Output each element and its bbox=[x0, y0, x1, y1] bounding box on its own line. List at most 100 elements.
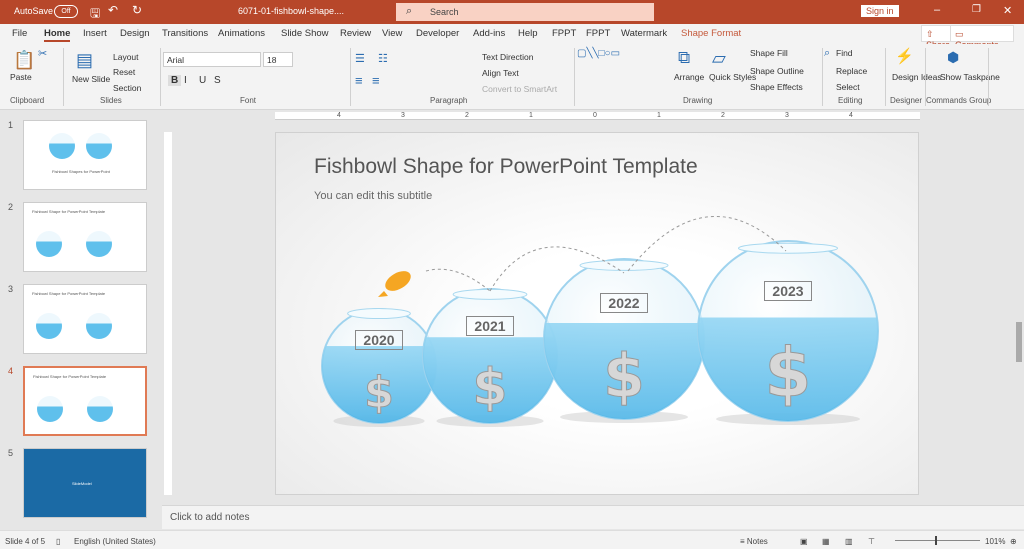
bullets-icon[interactable]: ☰ bbox=[355, 52, 365, 65]
tab-watermark[interactable]: Watermark bbox=[621, 28, 667, 39]
tab-shape-format[interactable]: Shape Format bbox=[681, 28, 741, 39]
strike-button[interactable]: S bbox=[214, 75, 221, 86]
reset-button[interactable]: Reset bbox=[113, 67, 135, 77]
convert-smartart-button[interactable]: Convert to SmartArt bbox=[482, 84, 557, 94]
tab-animations[interactable]: Animations bbox=[218, 28, 265, 39]
group-divider bbox=[350, 48, 351, 106]
normal-view-icon[interactable]: ▣ bbox=[800, 537, 808, 546]
group-divider bbox=[988, 48, 989, 106]
language[interactable]: English (United States) bbox=[74, 537, 156, 546]
slideshow-icon[interactable]: ⊤ bbox=[868, 537, 875, 546]
group-label: Drawing bbox=[683, 96, 713, 105]
tab-insert[interactable]: Insert bbox=[83, 28, 107, 39]
autosave-toggle[interactable]: Off bbox=[54, 5, 78, 18]
notes-placeholder: Click to add notes bbox=[170, 512, 250, 523]
slide-thumbnail[interactable]: Fishbowl Shape for PowerPoint Template bbox=[23, 202, 147, 272]
zoom-slider[interactable] bbox=[895, 536, 980, 545]
italic-button[interactable]: I bbox=[184, 75, 187, 86]
quick-styles-icon[interactable]: ▱ bbox=[712, 48, 726, 69]
close-button[interactable]: ✕ bbox=[1003, 4, 1012, 17]
center-icon[interactable]: ≡ bbox=[372, 73, 380, 88]
thumbnail-number: 2 bbox=[8, 202, 14, 212]
tab-fppt[interactable]: FPPT bbox=[586, 28, 610, 39]
tab-review[interactable]: Review bbox=[340, 28, 371, 39]
year-label[interactable]: 2021 bbox=[466, 315, 514, 336]
group-label: Paragraph bbox=[430, 96, 468, 105]
section-button[interactable]: Section bbox=[113, 83, 141, 93]
ruler-tick: 0 bbox=[593, 112, 597, 119]
shapes-gallery-icon[interactable]: ▢╲╲□○▭ bbox=[577, 48, 620, 59]
notes-button[interactable]: ≡ Notes bbox=[740, 537, 768, 546]
tab-file[interactable]: File bbox=[12, 28, 27, 39]
shape-outline-button[interactable]: Shape Outline bbox=[750, 66, 804, 76]
arrange-icon[interactable]: ⧉ bbox=[678, 48, 690, 68]
restore-button[interactable]: ❐ bbox=[972, 4, 981, 15]
numbering-icon[interactable]: ☷ bbox=[378, 52, 388, 65]
shape-fill-button[interactable]: Shape Fill bbox=[750, 48, 788, 58]
slide-thumbnail[interactable]: Fishbowl Shapes for PowerPoint bbox=[23, 120, 147, 190]
group-divider bbox=[160, 48, 161, 106]
select-button[interactable]: Select bbox=[836, 82, 860, 92]
redo-icon[interactable]: ↻ bbox=[132, 3, 142, 17]
group-divider bbox=[925, 48, 926, 106]
design-ideas-button[interactable]: Design Ideas bbox=[892, 72, 942, 82]
tab-help[interactable]: Help bbox=[518, 28, 538, 39]
tab-add-ins[interactable]: Add-ins bbox=[473, 28, 505, 39]
font-size-select[interactable]: 18 bbox=[263, 52, 293, 67]
year-label[interactable]: 2020 bbox=[355, 330, 403, 351]
ruler-tick: 3 bbox=[785, 112, 789, 119]
group-label: Editing bbox=[838, 96, 863, 105]
undo-icon[interactable]: ↶ bbox=[108, 3, 118, 17]
find-button[interactable]: Find bbox=[836, 48, 853, 58]
font-name-select[interactable]: Arial bbox=[163, 52, 261, 67]
comments-button[interactable]: ▭ Comments bbox=[950, 25, 1014, 50]
bold-button[interactable]: B bbox=[168, 75, 182, 86]
dollar-sign-icon: $ bbox=[473, 357, 508, 416]
save-icon[interactable]: 🖫 bbox=[90, 4, 100, 25]
align-text-button[interactable]: Align Text bbox=[482, 68, 519, 78]
slide-sorter-icon[interactable]: ▦ bbox=[822, 537, 830, 546]
fishbowl-graphic: $ $ $ $ bbox=[321, 216, 879, 427]
show-taskpane-button[interactable]: Show Taskpane bbox=[940, 72, 1000, 82]
paste-button[interactable]: Paste bbox=[10, 72, 32, 82]
cut-icon[interactable]: ✂ bbox=[38, 47, 47, 60]
zoom-level[interactable]: 101% bbox=[985, 537, 1005, 546]
notes-pane[interactable]: Click to add notes bbox=[162, 505, 1024, 529]
new-slide-icon[interactable]: ▤ bbox=[76, 50, 93, 71]
tab-developer[interactable]: Developer bbox=[416, 28, 459, 39]
slide-canvas[interactable]: Fishbowl Shape for PowerPoint Template Y… bbox=[275, 132, 919, 495]
tab-home[interactable]: Home bbox=[44, 28, 71, 42]
year-label[interactable]: 2022 bbox=[600, 293, 648, 313]
sign-in-button[interactable]: Sign in bbox=[861, 5, 899, 17]
reading-view-icon[interactable]: ▥ bbox=[845, 537, 853, 546]
clipboard-icon[interactable]: 📋 bbox=[13, 50, 35, 71]
layout-button[interactable]: Layout bbox=[113, 52, 139, 62]
new-slide-button[interactable]: New Slide bbox=[72, 74, 110, 84]
tab-view[interactable]: View bbox=[382, 28, 402, 39]
spellcheck-icon[interactable]: ▯ bbox=[56, 537, 60, 546]
tab-design[interactable]: Design bbox=[120, 28, 150, 39]
find-icon[interactable]: ⌕ bbox=[824, 47, 830, 60]
replace-button[interactable]: Replace bbox=[836, 66, 867, 76]
title-bar: AutoSave Off 🖫 ↶ ↻ 6071-01-fishbowl-shap… bbox=[0, 0, 1024, 24]
fit-slide-icon[interactable]: ⊕ bbox=[1010, 537, 1017, 546]
vertical-scrollbar[interactable] bbox=[1014, 112, 1024, 502]
shape-effects-button[interactable]: Shape Effects bbox=[750, 82, 803, 92]
group-divider bbox=[574, 48, 575, 106]
slide-thumbnail[interactable]: Fishbowl Shape for PowerPoint Template bbox=[23, 284, 147, 354]
underline-button[interactable]: U bbox=[199, 75, 206, 86]
design-ideas-icon[interactable]: ⚡ bbox=[895, 47, 914, 65]
ruler-tick: 3 bbox=[401, 112, 405, 119]
text-direction-button[interactable]: Text Direction bbox=[482, 52, 534, 62]
tab-fppt[interactable]: FPPT bbox=[552, 28, 576, 39]
slide-thumbnail[interactable]: SlideModel bbox=[23, 448, 147, 518]
taskpane-icon[interactable]: ⬢ bbox=[947, 49, 959, 66]
search-box[interactable]: ⌕ Search bbox=[396, 3, 654, 21]
arrange-button[interactable]: Arrange bbox=[674, 72, 704, 82]
minimize-button[interactable]: – bbox=[934, 4, 940, 16]
tab-slide-show[interactable]: Slide Show bbox=[281, 28, 329, 39]
slide-thumbnail[interactable]: Fishbowl Shape for PowerPoint Template bbox=[23, 366, 147, 436]
tab-transitions[interactable]: Transitions bbox=[162, 28, 208, 39]
year-label[interactable]: 2023 bbox=[764, 280, 812, 301]
align-left-icon[interactable]: ≡ bbox=[355, 73, 363, 88]
